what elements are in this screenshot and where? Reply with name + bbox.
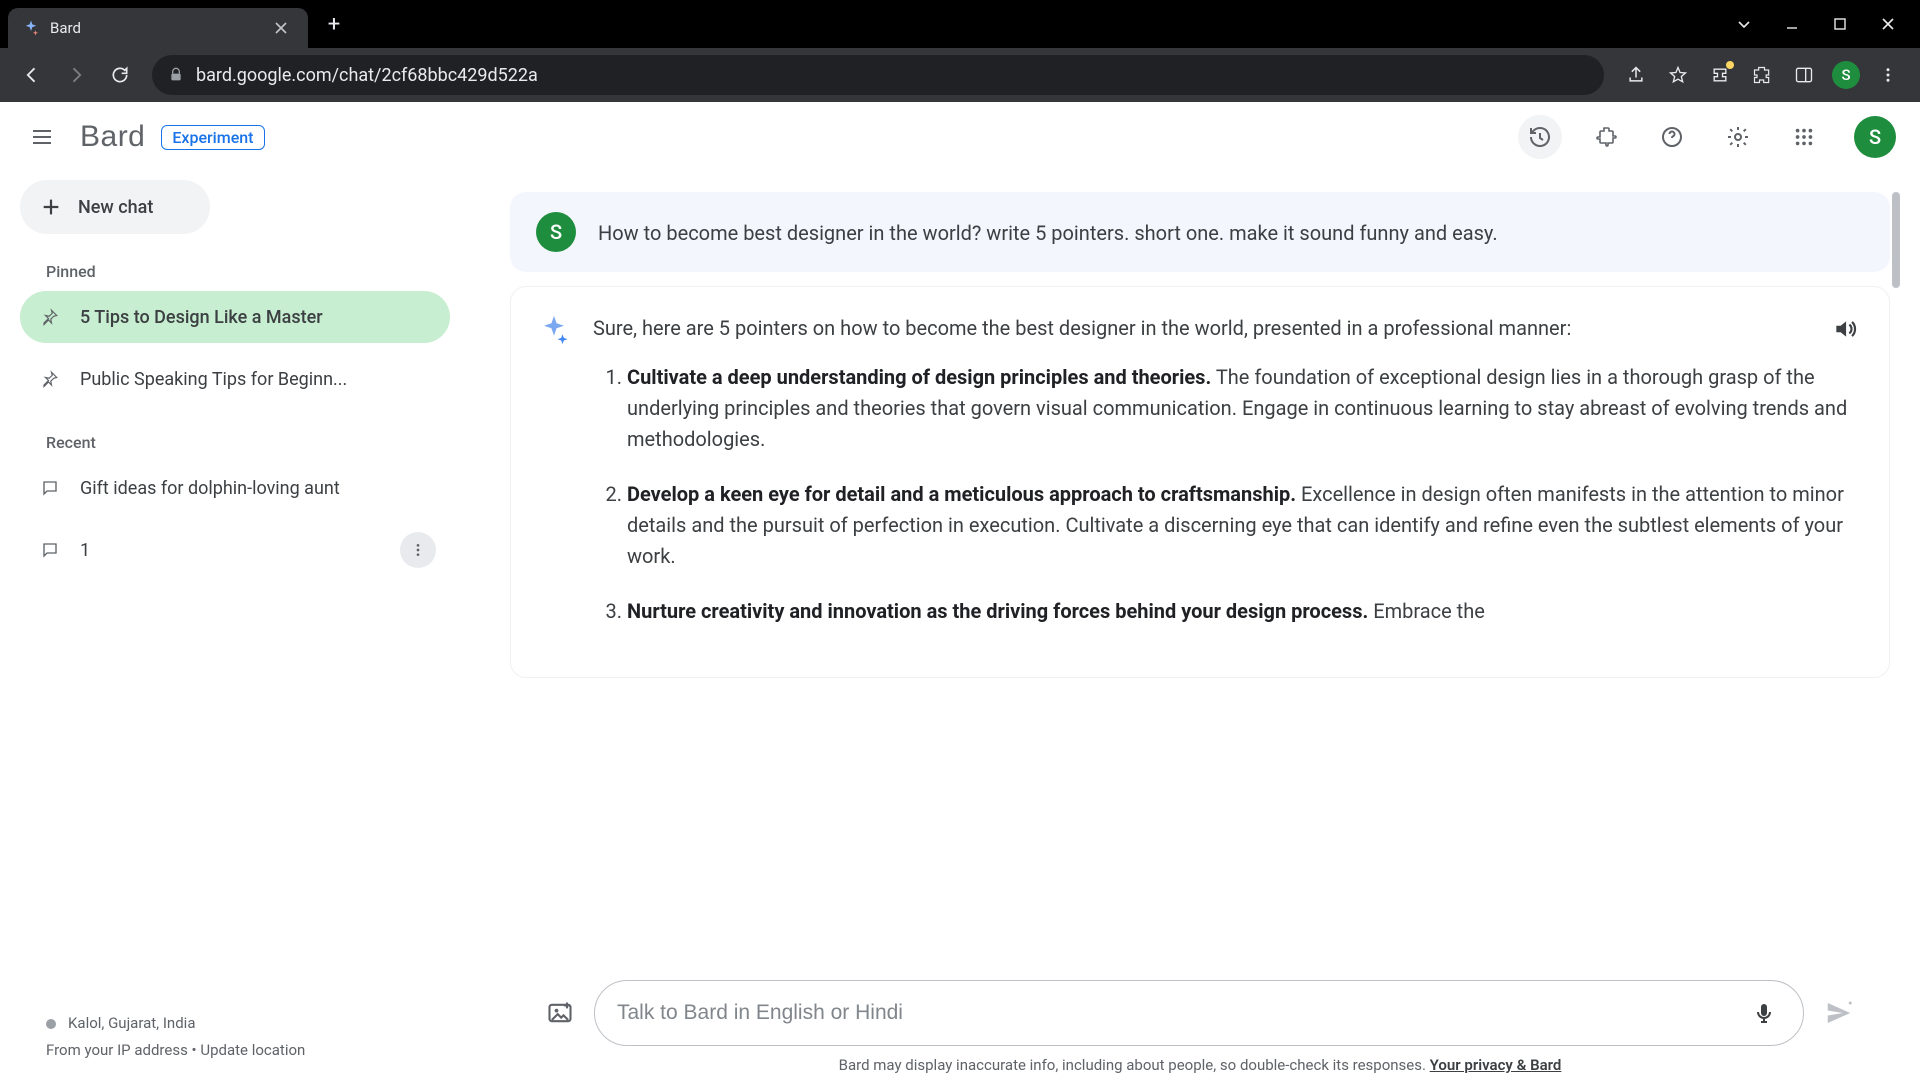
minimize-window-icon[interactable] (1768, 4, 1816, 44)
plus-icon (40, 196, 62, 218)
prompt-input-wrap (594, 980, 1804, 1046)
conversation-more-icon[interactable] (400, 532, 436, 568)
brand-title: Bard (80, 120, 145, 154)
browser-toolbar: bard.google.com/chat/2cf68bbc429d522a S (0, 48, 1920, 102)
share-icon[interactable] (1616, 55, 1656, 95)
sidebar-item-label: 1 (80, 540, 382, 561)
list-item: Nurture creativity and innovation as the… (627, 596, 1863, 627)
add-image-icon[interactable] (540, 993, 580, 1033)
sidebar: New chat Pinned 5 Tips to Design Like a … (0, 172, 470, 1080)
close-tab-icon[interactable] (272, 19, 290, 37)
main-panel: S How to become best designer in the wor… (470, 172, 1920, 1080)
tab-strip: Bard + (0, 0, 1920, 48)
pin-icon (38, 308, 62, 326)
lock-icon (168, 67, 184, 83)
experiment-badge: Experiment (161, 125, 264, 150)
sidebar-item-label: Gift ideas for dolphin-loving aunt (80, 478, 436, 499)
address-bar[interactable]: bard.google.com/chat/2cf68bbc429d522a (152, 55, 1604, 95)
hamburger-menu-icon[interactable] (20, 115, 64, 159)
new-chat-label: New chat (78, 197, 153, 218)
sidebar-item-pinned-1[interactable]: Public Speaking Tips for Beginn... (20, 353, 450, 405)
profile-avatar[interactable]: S (1854, 116, 1896, 158)
extensions-icon[interactable] (1742, 55, 1782, 95)
bot-points-list: Cultivate a deep understanding of design… (593, 362, 1863, 627)
profile-button[interactable]: S (1826, 55, 1866, 95)
user-message-text: How to become best designer in the world… (598, 212, 1498, 248)
help-icon[interactable] (1650, 115, 1694, 159)
app-header: Bard Experiment S (0, 102, 1920, 172)
recent-section-label: Recent (20, 433, 450, 452)
sidebar-item-label: 5 Tips to Design Like a Master (80, 307, 436, 328)
bard-favicon-icon (22, 19, 40, 37)
update-location-link[interactable]: Update location (200, 1041, 305, 1059)
sidebar-item-recent-0[interactable]: Gift ideas for dolphin-loving aunt (20, 462, 450, 514)
chat-icon (38, 479, 62, 497)
tab-title: Bard (50, 19, 262, 37)
side-panel-icon[interactable] (1784, 55, 1824, 95)
bard-spark-icon (537, 313, 571, 347)
user-message: S How to become best designer in the wor… (510, 192, 1890, 272)
apps-grid-icon[interactable] (1782, 115, 1826, 159)
new-chat-button[interactable]: New chat (20, 180, 210, 234)
bookmark-star-icon[interactable] (1658, 55, 1698, 95)
list-item: Develop a keen eye for detail and a meti… (627, 479, 1863, 572)
location-text: Kalol, Gujarat, India (68, 1010, 196, 1037)
send-button[interactable] (1818, 992, 1860, 1034)
conversation-scrollbar[interactable] (1892, 192, 1900, 288)
extensions-puzzle-icon[interactable] (1584, 115, 1628, 159)
settings-gear-icon[interactable] (1716, 115, 1760, 159)
mic-icon[interactable] (1747, 996, 1781, 1030)
maximize-window-icon[interactable] (1816, 4, 1864, 44)
ip-address-link[interactable]: From your IP address (46, 1041, 188, 1059)
close-window-icon[interactable] (1864, 4, 1912, 44)
prompt-input[interactable] (617, 1001, 1733, 1025)
location-dot-icon (46, 1019, 56, 1029)
sidebar-item-label: Public Speaking Tips for Beginn... (80, 369, 436, 390)
user-avatar: S (536, 212, 576, 252)
chat-icon (38, 541, 62, 559)
list-item: Cultivate a deep understanding of design… (627, 362, 1863, 455)
kebab-menu-icon[interactable] (1868, 55, 1908, 95)
new-tab-button[interactable]: + (318, 8, 350, 40)
speak-aloud-icon[interactable] (1825, 309, 1865, 349)
avatar: S (1832, 61, 1860, 89)
chevron-down-icon[interactable] (1720, 4, 1768, 44)
bot-message: Sure, here are 5 pointers on how to beco… (510, 286, 1890, 678)
disclaimer: Bard may display inaccurate info, includ… (540, 1056, 1860, 1074)
sidebar-item-pinned-0[interactable]: 5 Tips to Design Like a Master (20, 291, 450, 343)
composer (540, 980, 1860, 1046)
browser-tab[interactable]: Bard (8, 8, 308, 48)
sidebar-item-recent-1[interactable]: 1 (20, 524, 450, 576)
url-text: bard.google.com/chat/2cf68bbc429d522a (196, 65, 538, 86)
bot-intro-text: Sure, here are 5 pointers on how to beco… (593, 313, 1863, 344)
back-button[interactable] (12, 55, 52, 95)
privacy-link[interactable]: Your privacy & Bard (1430, 1056, 1562, 1074)
reload-button[interactable] (100, 55, 140, 95)
sidebar-footer: Kalol, Gujarat, India From your IP addre… (20, 1010, 450, 1064)
pinned-section-label: Pinned (20, 262, 450, 281)
extensions-pending-icon[interactable] (1700, 55, 1740, 95)
pin-icon (38, 370, 62, 388)
activity-history-icon[interactable] (1518, 115, 1562, 159)
forward-button (56, 55, 96, 95)
